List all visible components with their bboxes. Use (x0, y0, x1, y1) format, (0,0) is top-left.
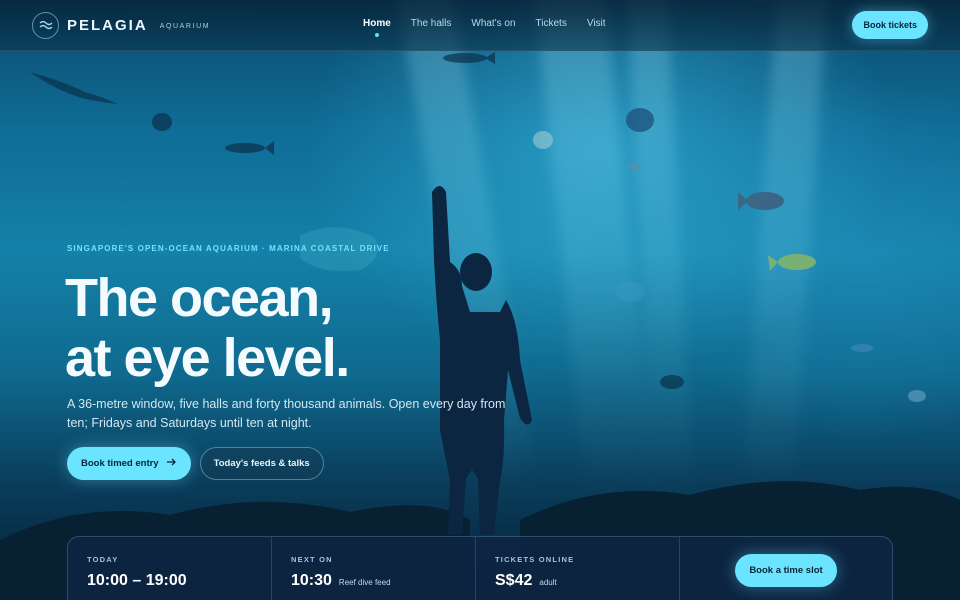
manta-ray-silhouette (30, 72, 118, 104)
fish-silhouette (746, 192, 784, 210)
info-today: TODAY 10:00 – 19:00 (68, 537, 272, 600)
book-tickets-button[interactable]: Book tickets (852, 11, 928, 39)
hero-eyebrow: SINGAPORE'S OPEN-OCEAN AQUARIUM · MARINA… (67, 244, 390, 253)
brand-logo[interactable]: PELAGIA AQUARIUM (32, 11, 211, 39)
waves-icon (32, 11, 59, 39)
brand-name: PELAGIA (67, 16, 148, 34)
info-tickets-label: TICKETS ONLINE (495, 555, 575, 564)
nav-links: Home The halls What's on Tickets Visit (363, 18, 606, 37)
todays-feeds-talks-button[interactable]: Today's feeds & talks (199, 447, 324, 480)
headline-line-1: The ocean, (65, 268, 334, 328)
next-event-name: Reef dive feed (338, 578, 391, 587)
next-event-time: 10:30 (291, 572, 332, 589)
visitor-info-bar: TODAY 10:00 – 19:00 NEXT ON 10:30 Reef d… (67, 536, 893, 600)
info-cta-cell: Book a time slot (680, 537, 892, 600)
nav-link-the-halls[interactable]: The halls (411, 18, 452, 29)
book-timed-entry-label: Book timed entry (81, 458, 159, 469)
diver-silhouette (432, 186, 532, 535)
opening-hours: 10:00 – 19:00 (87, 572, 187, 589)
info-next-on-label: NEXT ON (291, 555, 333, 564)
info-today-label: TODAY (87, 555, 119, 564)
nav-link-whats-on[interactable]: What's on (471, 18, 515, 29)
book-time-slot-button[interactable]: Book a time slot (735, 554, 837, 587)
nav-link-home[interactable]: Home (363, 18, 391, 37)
book-timed-entry-button[interactable]: Book timed entry (67, 447, 191, 480)
arrow-right-icon (166, 458, 177, 469)
info-tickets: TICKETS ONLINE S$42 adult (476, 537, 680, 600)
nav-link-visit[interactable]: Visit (587, 18, 606, 29)
brand-subtitle: AQUARIUM (159, 22, 211, 30)
headline-line-2: at eye level. (65, 328, 350, 388)
hero-description: A 36-metre window, five halls and forty … (67, 397, 506, 430)
info-next-on: NEXT ON 10:30 Reef dive feed (272, 537, 476, 600)
hero-actions: Book timed entry Today's feeds & talks (67, 447, 324, 480)
hero-headline: The ocean, at eye level. (65, 268, 350, 388)
fish-silhouette (443, 53, 487, 63)
top-navigation: PELAGIA AQUARIUM Home The halls What's o… (0, 0, 960, 51)
ticket-price: S$42 (495, 572, 533, 589)
nav-link-tickets[interactable]: Tickets (536, 18, 567, 29)
ticket-unit: adult (539, 578, 557, 587)
